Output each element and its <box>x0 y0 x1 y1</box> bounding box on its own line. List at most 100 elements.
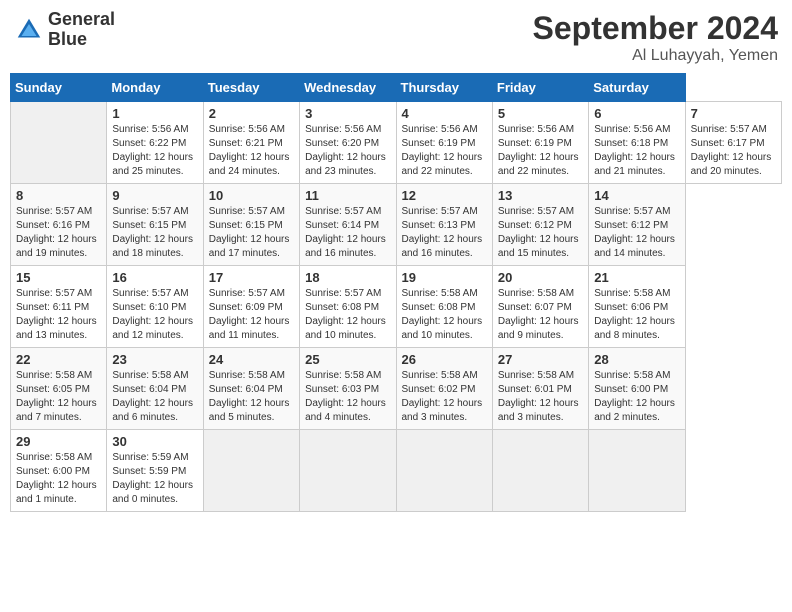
day-cell: 7 Sunrise: 5:57 AMSunset: 6:17 PMDaylight… <box>685 102 781 184</box>
day-info: Sunrise: 5:57 AMSunset: 6:08 PMDaylight:… <box>305 287 390 343</box>
day-info: Sunrise: 5:56 AMSunset: 6:18 PMDaylight:… <box>594 123 679 179</box>
logo-icon <box>14 15 44 45</box>
day-info: Sunrise: 5:58 AMSunset: 6:04 PMDaylight:… <box>209 369 294 425</box>
day-number: 21 <box>594 270 679 285</box>
day-cell: 16Sunrise: 5:57 AMSunset: 6:10 PMDayligh… <box>107 266 203 348</box>
day-number: 26 <box>402 352 487 367</box>
day-info: Sunrise: 5:56 AMSunset: 6:21 PMDaylight:… <box>209 123 294 179</box>
day-cell <box>203 430 299 512</box>
day-number: 29 <box>16 434 101 449</box>
day-info: Sunrise: 5:56 AMSunset: 6:20 PMDaylight:… <box>305 123 390 179</box>
day-info: Sunrise: 5:57 AMSunset: 6:12 PMDaylight:… <box>498 205 583 261</box>
calendar-table: SundayMondayTuesdayWednesdayThursdayFrid… <box>10 73 782 512</box>
day-number: 15 <box>16 270 101 285</box>
week-row-2: 8 Sunrise: 5:57 AMSunset: 6:16 PMDaylight… <box>11 184 782 266</box>
day-cell <box>589 430 685 512</box>
month-title: September 2024 <box>533 10 778 47</box>
day-cell: 15 Sunrise: 5:57 AMSunset: 6:11 PMDayligh… <box>11 266 107 348</box>
logo-text: General Blue <box>48 10 115 50</box>
day-header-friday: Friday <box>492 74 588 102</box>
day-number: 28 <box>594 352 679 367</box>
title-block: September 2024 Al Luhayyah, Yemen <box>533 10 778 65</box>
day-info: Sunrise: 5:57 AMSunset: 6:14 PMDaylight:… <box>305 205 390 261</box>
day-cell: 4 Sunrise: 5:56 AMSunset: 6:19 PMDaylight… <box>396 102 492 184</box>
day-number: 3 <box>305 106 390 121</box>
location: Al Luhayyah, Yemen <box>533 47 778 65</box>
day-cell: 25 Sunrise: 5:58 AMSunset: 6:03 PMDayligh… <box>300 348 396 430</box>
day-number: 5 <box>498 106 583 121</box>
day-cell: 5Sunrise: 5:56 AMSunset: 6:19 PMDaylight… <box>492 102 588 184</box>
day-header-wednesday: Wednesday <box>300 74 396 102</box>
week-row-4: 22 Sunrise: 5:58 AMSunset: 6:05 PMDayligh… <box>11 348 782 430</box>
week-row-1: 1 Sunrise: 5:56 AMSunset: 6:22 PMDaylight… <box>11 102 782 184</box>
week-row-3: 15 Sunrise: 5:57 AMSunset: 6:11 PMDayligh… <box>11 266 782 348</box>
day-number: 23 <box>112 352 197 367</box>
day-number: 1 <box>112 106 197 121</box>
day-cell: 22 Sunrise: 5:58 AMSunset: 6:05 PMDayligh… <box>11 348 107 430</box>
day-info: Sunrise: 5:58 AMSunset: 6:00 PMDaylight:… <box>594 369 679 425</box>
day-number: 6 <box>594 106 679 121</box>
day-cell: 28 Sunrise: 5:58 AMSunset: 6:00 PMDayligh… <box>589 348 685 430</box>
day-number: 11 <box>305 188 390 203</box>
day-cell: 11 Sunrise: 5:57 AMSunset: 6:14 PMDayligh… <box>300 184 396 266</box>
day-info: Sunrise: 5:58 AMSunset: 6:05 PMDaylight:… <box>16 369 101 425</box>
day-cell: 8 Sunrise: 5:57 AMSunset: 6:16 PMDaylight… <box>11 184 107 266</box>
day-cell: 10Sunrise: 5:57 AMSunset: 6:15 PMDayligh… <box>203 184 299 266</box>
day-cell: 2 Sunrise: 5:56 AMSunset: 6:21 PMDaylight… <box>203 102 299 184</box>
day-info: Sunrise: 5:58 AMSunset: 6:02 PMDaylight:… <box>402 369 487 425</box>
day-number: 19 <box>402 270 487 285</box>
day-info: Sunrise: 5:58 AMSunset: 6:08 PMDaylight:… <box>402 287 487 343</box>
day-header-sunday: Sunday <box>11 74 107 102</box>
day-number: 18 <box>305 270 390 285</box>
day-cell: 21 Sunrise: 5:58 AMSunset: 6:06 PMDayligh… <box>589 266 685 348</box>
day-info: Sunrise: 5:58 AMSunset: 6:06 PMDaylight:… <box>594 287 679 343</box>
day-cell: 13Sunrise: 5:57 AMSunset: 6:12 PMDayligh… <box>492 184 588 266</box>
day-cell: 17 Sunrise: 5:57 AMSunset: 6:09 PMDayligh… <box>203 266 299 348</box>
day-info: Sunrise: 5:57 AMSunset: 6:09 PMDaylight:… <box>209 287 294 343</box>
day-info: Sunrise: 5:57 AMSunset: 6:12 PMDaylight:… <box>594 205 679 261</box>
day-number: 20 <box>498 270 583 285</box>
day-number: 8 <box>16 188 101 203</box>
day-info: Sunrise: 5:58 AMSunset: 6:07 PMDaylight:… <box>498 287 583 343</box>
day-number: 4 <box>402 106 487 121</box>
day-number: 30 <box>112 434 197 449</box>
day-info: Sunrise: 5:57 AMSunset: 6:15 PMDaylight:… <box>112 205 197 261</box>
day-cell: 26 Sunrise: 5:58 AMSunset: 6:02 PMDayligh… <box>396 348 492 430</box>
day-info: Sunrise: 5:56 AMSunset: 6:22 PMDaylight:… <box>112 123 197 179</box>
day-cell: 23 Sunrise: 5:58 AMSunset: 6:04 PMDayligh… <box>107 348 203 430</box>
day-info: Sunrise: 5:57 AMSunset: 6:16 PMDaylight:… <box>16 205 101 261</box>
day-cell <box>11 102 107 184</box>
day-cell: 12 Sunrise: 5:57 AMSunset: 6:13 PMDayligh… <box>396 184 492 266</box>
day-info: Sunrise: 5:56 AMSunset: 6:19 PMDaylight:… <box>402 123 487 179</box>
day-info: Sunrise: 5:58 AMSunset: 6:03 PMDaylight:… <box>305 369 390 425</box>
day-cell: 3 Sunrise: 5:56 AMSunset: 6:20 PMDaylight… <box>300 102 396 184</box>
day-info: Sunrise: 5:58 AMSunset: 6:00 PMDaylight:… <box>16 451 101 507</box>
day-number: 2 <box>209 106 294 121</box>
day-header-thursday: Thursday <box>396 74 492 102</box>
day-cell <box>492 430 588 512</box>
day-number: 25 <box>305 352 390 367</box>
day-info: Sunrise: 5:58 AMSunset: 6:04 PMDaylight:… <box>112 369 197 425</box>
day-cell: 20 Sunrise: 5:58 AMSunset: 6:07 PMDayligh… <box>492 266 588 348</box>
day-cell: 30 Sunrise: 5:59 AMSunset: 5:59 PMDayligh… <box>107 430 203 512</box>
day-cell: 6 Sunrise: 5:56 AMSunset: 6:18 PMDaylight… <box>589 102 685 184</box>
day-number: 22 <box>16 352 101 367</box>
day-cell: 1 Sunrise: 5:56 AMSunset: 6:22 PMDaylight… <box>107 102 203 184</box>
day-number: 7 <box>691 106 776 121</box>
page-header: General Blue September 2024 Al Luhayyah,… <box>10 10 782 65</box>
day-info: Sunrise: 5:57 AMSunset: 6:17 PMDaylight:… <box>691 123 776 179</box>
logo: General Blue <box>14 10 115 50</box>
day-info: Sunrise: 5:57 AMSunset: 6:15 PMDaylight:… <box>209 205 294 261</box>
day-number: 12 <box>402 188 487 203</box>
day-info: Sunrise: 5:59 AMSunset: 5:59 PMDaylight:… <box>112 451 197 507</box>
day-cell <box>396 430 492 512</box>
day-number: 17 <box>209 270 294 285</box>
day-info: Sunrise: 5:57 AMSunset: 6:11 PMDaylight:… <box>16 287 101 343</box>
day-number: 9 <box>112 188 197 203</box>
day-info: Sunrise: 5:57 AMSunset: 6:13 PMDaylight:… <box>402 205 487 261</box>
day-number: 16 <box>112 270 197 285</box>
day-cell: 29 Sunrise: 5:58 AMSunset: 6:00 PMDayligh… <box>11 430 107 512</box>
day-info: Sunrise: 5:58 AMSunset: 6:01 PMDaylight:… <box>498 369 583 425</box>
day-header-saturday: Saturday <box>589 74 685 102</box>
header-row: SundayMondayTuesdayWednesdayThursdayFrid… <box>11 74 782 102</box>
